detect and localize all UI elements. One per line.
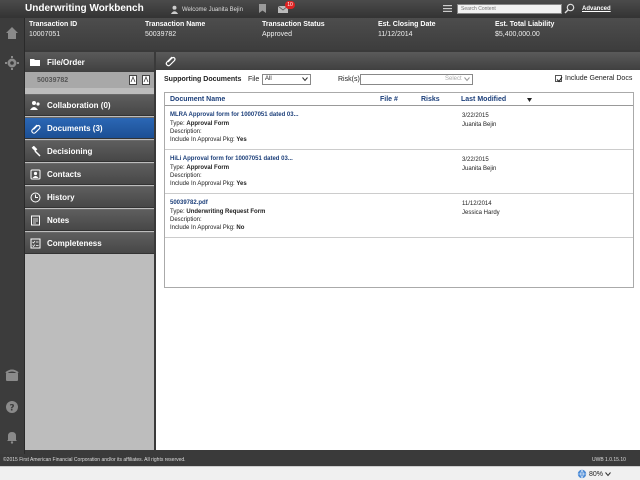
- nav-item-completeness[interactable]: Completeness: [25, 232, 154, 254]
- modified-by: Juanita Bejin: [462, 122, 497, 128]
- nav-file-order[interactable]: File/Order: [25, 52, 154, 72]
- modified-date: 3/22/2015: [462, 157, 489, 163]
- left-rail: ?: [0, 18, 25, 454]
- bell-icon[interactable]: [5, 430, 19, 444]
- svg-text:?: ?: [9, 404, 14, 414]
- home-icon[interactable]: [5, 26, 19, 40]
- welcome-user[interactable]: Welcome Juanita Bejin: [170, 5, 243, 14]
- table-header: Document Name File # Risks Last Modified: [165, 93, 633, 106]
- pdf-icon[interactable]: [142, 75, 150, 85]
- clock-icon: [30, 192, 41, 203]
- sort-desc-icon[interactable]: [527, 98, 532, 102]
- paperclip-icon: [31, 124, 41, 134]
- summary-total-liability: Est. Total Liability $5,400,000.00: [495, 21, 555, 38]
- zoom-control[interactable]: 80%: [577, 469, 611, 479]
- nav-item-collaboration[interactable]: Collaboration (0): [25, 94, 154, 116]
- risks-filter-label: Risk(s): [338, 76, 360, 83]
- footer: ©2015 First American Financial Corporati…: [0, 454, 640, 466]
- checklist-icon: [30, 238, 41, 249]
- bookmark-icon[interactable]: [259, 4, 266, 13]
- pdf-icon[interactable]: [129, 75, 137, 85]
- file-number-row: 50039782: [25, 72, 154, 88]
- col-file-number[interactable]: File #: [380, 96, 398, 103]
- document-link[interactable]: 50039782.pdf: [170, 200, 208, 206]
- document-link[interactable]: MLRA Approval form for 10007051 dated 03…: [170, 112, 299, 118]
- globe-icon: [577, 469, 587, 479]
- person-icon: [170, 5, 179, 14]
- search-input[interactable]: [457, 4, 562, 14]
- search-icon[interactable]: [564, 3, 575, 14]
- gear-icon[interactable]: [5, 56, 19, 70]
- advanced-search-link[interactable]: Advanced: [582, 6, 611, 12]
- supporting-docs-label: Supporting Documents: [164, 76, 242, 83]
- nav-item-contacts[interactable]: Contacts: [25, 163, 154, 185]
- filter-row: Supporting Documents File All Risk(s) Se…: [156, 72, 640, 88]
- collaboration-icon: [30, 101, 40, 110]
- include-general-checkbox[interactable]: [555, 75, 563, 83]
- col-risks[interactable]: Risks: [421, 96, 440, 103]
- summary-transaction-id: Transaction ID 10007051: [29, 21, 78, 38]
- zoom-level: 80%: [589, 470, 604, 478]
- modified-by: Jessica Hardy: [462, 210, 500, 216]
- nav-item-history[interactable]: History: [25, 186, 154, 208]
- panel-header: [156, 52, 640, 70]
- checkmark-icon: [556, 76, 563, 83]
- app-title: Underwriting Workbench: [25, 3, 144, 14]
- chevron-down-icon: [605, 472, 611, 477]
- risks-filter-select[interactable]: Select: [360, 74, 473, 85]
- file-number: 50039782: [37, 77, 69, 84]
- modified-date: 11/12/2014: [462, 201, 492, 207]
- nav-item-decisioning[interactable]: Decisioning: [25, 140, 154, 162]
- modified-by: Juanita Bejin: [462, 166, 497, 172]
- document-link[interactable]: HiLi Approval form for 10007051 dated 03…: [170, 156, 293, 162]
- summary-closing-date: Est. Closing Date 11/12/2014: [378, 21, 436, 38]
- phone-icon[interactable]: [5, 368, 19, 382]
- col-document-name[interactable]: Document Name: [170, 96, 225, 103]
- browser-status-bar: 80%: [0, 466, 640, 480]
- chevron-down-icon: [302, 77, 308, 82]
- table-row[interactable]: MLRA Approval form for 10007051 dated 03…: [165, 107, 633, 150]
- modified-date: 3/22/2015: [462, 113, 489, 119]
- help-icon[interactable]: ?: [5, 400, 19, 414]
- welcome-text: Welcome Juanita Bejin: [182, 6, 243, 13]
- documents-panel: Supporting Documents File All Risk(s) Se…: [156, 52, 640, 450]
- folder-icon: [30, 59, 40, 66]
- top-bar: Underwriting Workbench Welcome Juanita B…: [0, 0, 640, 18]
- gavel-icon: [31, 146, 41, 157]
- summary-transaction-name: Transaction Name 50039782: [145, 21, 206, 38]
- chevron-down-icon: [464, 77, 470, 82]
- nav-item-notes[interactable]: Notes: [25, 209, 154, 231]
- summary-transaction-status: Transaction Status Approved: [262, 21, 325, 38]
- table-row[interactable]: HiLi Approval form for 10007051 dated 03…: [165, 151, 633, 194]
- side-nav: File/Order 50039782 Collaboration (0) Do…: [25, 52, 154, 450]
- file-filter-label: File: [248, 76, 260, 83]
- copyright-text: ©2015 First American Financial Corporati…: [3, 457, 186, 463]
- file-filter-select[interactable]: All: [262, 74, 311, 85]
- version-text: UWB 1.0.15.10: [592, 457, 626, 463]
- nav-item-documents[interactable]: Documents (3): [25, 117, 154, 139]
- paperclip-icon: [165, 56, 176, 67]
- transaction-summary: Transaction ID 10007051 Transaction Name…: [25, 18, 640, 50]
- notification-badge[interactable]: 10: [285, 1, 295, 9]
- list-icon[interactable]: [443, 5, 452, 12]
- include-general-label: Include General Docs: [565, 75, 633, 82]
- col-last-modified[interactable]: Last Modified: [461, 96, 506, 103]
- contacts-icon: [30, 169, 41, 180]
- table-row[interactable]: 50039782.pdf Type: Underwriting Request …: [165, 195, 633, 238]
- documents-table: Document Name File # Risks Last Modified…: [164, 92, 634, 288]
- notes-icon: [31, 215, 40, 226]
